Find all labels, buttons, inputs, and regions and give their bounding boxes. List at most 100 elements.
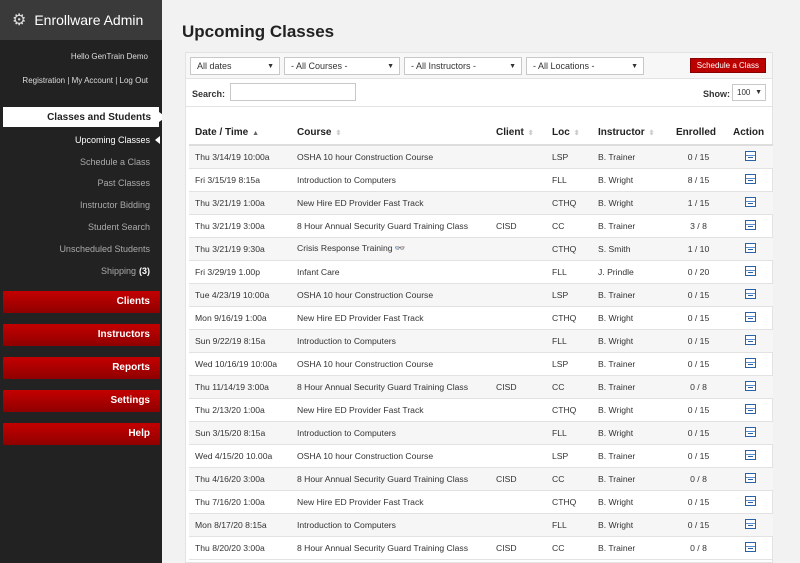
date-filter-select[interactable]: All dates ▼ bbox=[190, 57, 280, 75]
table-row[interactable]: Sun 3/15/20 8:15a Introduction to Compute… bbox=[189, 421, 773, 445]
column-header-instructor[interactable]: Instructor ⬍ bbox=[592, 118, 670, 146]
brand-header[interactable]: ⚙ Enrollware Admin bbox=[0, 0, 162, 40]
cell-client bbox=[490, 444, 546, 468]
gear-icon: ⚙ bbox=[12, 12, 27, 29]
edit-icon[interactable] bbox=[744, 426, 756, 437]
table-row[interactable]: Sun 9/22/19 8:15a Introduction to Compute… bbox=[189, 329, 773, 353]
instructor-filter-select[interactable]: - All Instructors - ▼ bbox=[404, 57, 522, 75]
edit-icon[interactable] bbox=[744, 380, 756, 391]
cell-course: Introduction to Computers bbox=[291, 168, 490, 192]
column-header-course[interactable]: Course ⬍ bbox=[291, 118, 490, 146]
page-size-select[interactable]: 100 ▼ bbox=[732, 84, 766, 101]
table-row[interactable]: Thu 3/21/19 9:30a Crisis Response Trainin… bbox=[189, 237, 773, 261]
nav-settings-button[interactable]: Settings bbox=[3, 389, 160, 412]
cell-course: New Hire ED Provider Fast Track bbox=[291, 191, 490, 215]
edit-icon[interactable] bbox=[744, 518, 756, 529]
edit-icon[interactable] bbox=[744, 449, 756, 460]
nav-item-unscheduled-students[interactable]: Unscheduled Students bbox=[0, 238, 162, 260]
nav-item-schedule-a-class[interactable]: Schedule a Class bbox=[0, 151, 162, 173]
table-row[interactable]: Thu 4/16/20 3:00a 8 Hour Annual Security … bbox=[189, 467, 773, 491]
cell-date-time: Thu 8/20/20 3:00a bbox=[189, 536, 291, 560]
table-row[interactable]: Wed 10/16/19 10:00a OSHA 10 hour Construc… bbox=[189, 352, 773, 376]
nav-item-upcoming-classes[interactable]: Upcoming Classes bbox=[0, 129, 162, 151]
cell-action bbox=[727, 536, 773, 560]
column-header-enrolled[interactable]: Enrolled bbox=[670, 118, 727, 146]
cell-instructor: B. Wright bbox=[592, 329, 670, 353]
cell-enrolled: 0 / 15 bbox=[670, 145, 727, 169]
nav-item-past-classes[interactable]: Past Classes bbox=[0, 173, 162, 195]
table-row[interactable]: Thu 2/13/20 1:00a New Hire ED Provider Fa… bbox=[189, 398, 773, 422]
table-row[interactable]: Thu 3/21/19 1:00a New Hire ED Provider Fa… bbox=[189, 191, 773, 215]
search-input[interactable] bbox=[230, 83, 356, 101]
cell-action bbox=[727, 467, 773, 491]
edit-icon[interactable] bbox=[744, 403, 756, 414]
table-row[interactable]: Wed 4/15/20 10.00a OSHA 10 hour Construct… bbox=[189, 444, 773, 468]
cell-date-time: Thu 11/14/19 3:00a bbox=[189, 375, 291, 399]
edit-icon[interactable] bbox=[744, 334, 756, 345]
log-out-link[interactable]: Log Out bbox=[120, 76, 148, 85]
column-header-client[interactable]: Client ⬍ bbox=[490, 118, 546, 146]
table-row[interactable]: Tue 4/23/19 10:00a OSHA 10 hour Construct… bbox=[189, 283, 773, 307]
edit-icon[interactable] bbox=[744, 495, 756, 506]
edit-icon[interactable] bbox=[744, 173, 756, 184]
cell-enrolled: 0 / 15 bbox=[670, 444, 727, 468]
nav-instructors-button[interactable]: Instructors bbox=[3, 323, 160, 346]
table-row[interactable]: Thu 7/16/20 1:00a New Hire ED Provider Fa… bbox=[189, 490, 773, 514]
table-row[interactable]: Thu 11/14/19 3:00a 8 Hour Annual Security… bbox=[189, 375, 773, 399]
nav-reports-button[interactable]: Reports bbox=[3, 356, 160, 379]
cell-course: OSHA 10 hour Construction Course bbox=[291, 352, 490, 376]
cell-enrolled: 1 / 10 bbox=[670, 237, 727, 261]
cell-client bbox=[490, 421, 546, 445]
cell-date-time: Wed 4/15/20 10.00a bbox=[189, 444, 291, 468]
table-header-row: Date / Time ▲ Course ⬍ Client ⬍ Loc ⬍ Instru… bbox=[189, 118, 773, 146]
column-header-loc[interactable]: Loc ⬍ bbox=[546, 118, 592, 146]
cell-course: OSHA 10 hour Construction Course bbox=[291, 444, 490, 468]
edit-icon[interactable] bbox=[744, 288, 756, 299]
cell-loc: FLL bbox=[546, 168, 592, 192]
cell-enrolled: 0 / 15 bbox=[670, 352, 727, 376]
table-row[interactable]: Fri 3/15/19 8:15a Introduction to Compute… bbox=[189, 168, 773, 192]
edit-icon[interactable] bbox=[744, 472, 756, 483]
schedule-class-button[interactable]: Schedule a Class bbox=[689, 58, 766, 73]
course-filter-select[interactable]: - All Courses - ▼ bbox=[284, 57, 400, 75]
edit-icon[interactable] bbox=[744, 219, 756, 230]
subnav: Upcoming Classes Schedule a Class Past C… bbox=[0, 129, 162, 282]
column-header-date-time[interactable]: Date / Time ▲ bbox=[189, 118, 291, 146]
location-filter-select[interactable]: - All Locations - ▼ bbox=[526, 57, 644, 75]
nav-item-shipping[interactable]: Shipping (3) bbox=[0, 260, 162, 282]
cell-date-time: Thu 3/21/19 3:00a bbox=[189, 214, 291, 238]
cell-date-time: Sun 3/15/20 8:15a bbox=[189, 421, 291, 445]
edit-icon[interactable] bbox=[744, 357, 756, 368]
cell-client bbox=[490, 237, 546, 261]
edit-icon[interactable] bbox=[744, 311, 756, 322]
cell-loc: CC bbox=[546, 467, 592, 491]
cell-instructor: B. Trainer bbox=[592, 352, 670, 376]
edit-icon[interactable] bbox=[744, 196, 756, 207]
table-row[interactable]: Fri 3/29/19 1.00p Infant Care FLL J. Prindl… bbox=[189, 260, 773, 284]
table-row[interactable]: Thu 3/14/19 10:00a OSHA 10 hour Construct… bbox=[189, 145, 773, 169]
edit-icon[interactable] bbox=[744, 150, 756, 161]
my-account-link[interactable]: My Account bbox=[72, 76, 113, 85]
cell-course: 8 Hour Annual Security Guard Training Cl… bbox=[291, 375, 490, 399]
cell-enrolled: 0 / 15 bbox=[670, 490, 727, 514]
cell-client: CISD bbox=[490, 467, 546, 491]
table-row[interactable]: Thu 8/20/20 3:00a 8 Hour Annual Security … bbox=[189, 536, 773, 560]
registration-link[interactable]: Registration bbox=[22, 76, 65, 85]
table-row[interactable]: Thu 3/21/19 3:00a 8 Hour Annual Security … bbox=[189, 214, 773, 238]
edit-icon[interactable] bbox=[744, 541, 756, 552]
table-row[interactable]: Mon 9/16/19 1:00a New Hire ED Provider Fa… bbox=[189, 306, 773, 330]
edit-icon[interactable] bbox=[744, 242, 756, 253]
nav-item-student-search[interactable]: Student Search bbox=[0, 216, 162, 238]
cell-instructor: B. Trainer bbox=[592, 145, 670, 169]
nav-item-instructor-bidding[interactable]: Instructor Bidding bbox=[0, 194, 162, 216]
table-row[interactable]: Mon 8/17/20 8:15a Introduction to Compute… bbox=[189, 513, 773, 537]
nav-groups: Clients Instructors Reports Settings Hel… bbox=[0, 290, 162, 445]
edit-icon[interactable] bbox=[744, 265, 756, 276]
sort-icon: ⬍ bbox=[573, 130, 580, 137]
nav-section-classes-and-students[interactable]: Classes and Students bbox=[3, 107, 166, 127]
nav-help-button[interactable]: Help bbox=[3, 422, 160, 445]
cell-enrolled: 0 / 15 bbox=[670, 306, 727, 330]
cell-instructor: S. Smith bbox=[592, 237, 670, 261]
nav-clients-button[interactable]: Clients bbox=[3, 290, 160, 313]
cell-enrolled: 0 / 8 bbox=[670, 467, 727, 491]
